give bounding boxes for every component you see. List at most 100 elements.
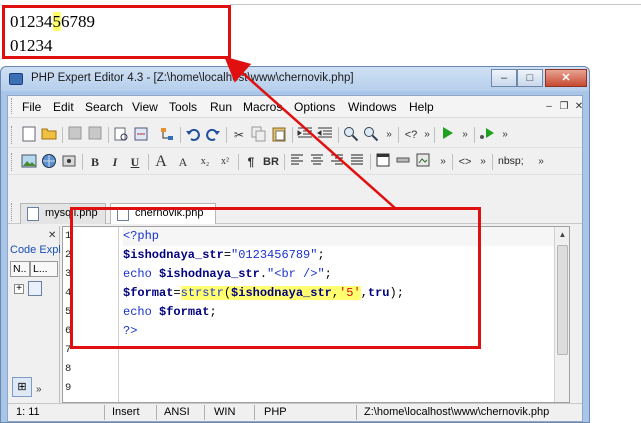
find-next-icon[interactable] [362,126,380,144]
main-toolbar: ✂ » <? » » » [8,122,582,148]
status-bar: 1: 11 Insert ANSI WIN PHP Z:\home\localh… [8,403,582,421]
italic-button[interactable]: I [106,153,124,171]
scroll-up-icon[interactable]: ▲ [555,227,569,242]
new-file-icon[interactable] [20,126,38,144]
toolbar-separator [398,127,399,143]
vertical-scrollbar[interactable]: ▲ [554,227,569,402]
more-chevron-icon[interactable]: » [434,153,452,171]
justify-icon[interactable] [348,153,366,171]
menu-run[interactable]: Run [210,100,232,114]
maximize-button[interactable]: □ [517,69,543,87]
syntax-mode: PHP [264,406,287,418]
undo-icon[interactable] [184,126,202,144]
title-bar[interactable]: PHP Expert Editor 4.3 - [Z:\home\localho… [1,67,589,91]
line-break-button[interactable]: BR [262,153,280,171]
html-toolbar: B I U A A x₂ x² ¶ BR » <> » nbsp; » [8,149,582,175]
align-right-icon[interactable] [328,153,346,171]
web-link-icon[interactable] [40,153,58,171]
mdi-minimize-button[interactable]: – [542,100,556,113]
structure-icon[interactable] [158,126,176,144]
more-chevron-icon[interactable]: » [474,153,492,171]
subscript-button[interactable]: x₂ [196,153,214,171]
menu-view[interactable]: View [132,100,158,114]
redo-icon[interactable] [204,126,222,144]
font-smaller-button[interactable]: A [174,153,192,171]
expand-icon[interactable]: + [14,284,24,294]
save-icon[interactable] [66,126,84,144]
menu-windows[interactable]: Windows [348,100,397,114]
more-chevron-icon[interactable]: » [380,126,398,144]
menu-tools[interactable]: Tools [169,100,197,114]
horizontal-rule-icon[interactable] [394,153,412,171]
bold-button[interactable]: B [86,153,104,171]
toolbar-separator [180,127,181,143]
more-chevron-icon[interactable]: » [496,126,514,144]
toolbar-separator [62,127,63,143]
anchor-icon[interactable] [60,153,78,171]
run-icon[interactable] [438,126,456,144]
status-divider [204,405,205,420]
more-chevron-icon[interactable]: » [456,126,474,144]
scroll-thumb[interactable] [557,245,568,355]
toolbar-grip [11,153,14,171]
mdi-close-button[interactable]: ✕ [572,100,586,113]
outdent-icon[interactable] [316,126,334,144]
html-tag-icon[interactable]: <> [456,153,474,171]
close-button[interactable]: ✕ [545,69,587,87]
save-all-icon[interactable] [86,126,104,144]
cut-icon[interactable]: ✂ [230,126,248,144]
open-folder-icon[interactable] [40,126,58,144]
window-title: PHP Expert Editor 4.3 - [Z:\home\localho… [31,72,354,84]
paste-icon[interactable] [270,126,288,144]
superscript-button[interactable]: x² [216,153,234,171]
find-icon[interactable] [342,126,360,144]
chevron-right-icon[interactable]: » [36,384,42,395]
line-ending: WIN [214,406,236,418]
image-map-icon[interactable] [414,153,432,171]
align-left-icon[interactable] [288,153,306,171]
app-icon [9,73,23,85]
column-header-name[interactable]: N.. [10,261,30,277]
status-divider [254,405,255,420]
toolbar-separator [434,127,435,143]
menu-grip [11,98,14,114]
code-highlight-box [70,207,481,349]
paragraph-button[interactable]: ¶ [242,153,260,171]
encoding: ANSI [164,406,190,418]
mdi-restore-button[interactable]: ❐ [557,100,571,113]
toolbar-separator [370,154,371,170]
menu-help[interactable]: Help [409,100,434,114]
toolbar-separator [226,127,227,143]
toolbar-separator [238,154,239,170]
menu-search[interactable]: Search [85,100,123,114]
menu-file[interactable]: File [22,100,41,114]
menu-options[interactable]: Options [294,100,335,114]
document-icon[interactable] [28,281,42,296]
minimize-button[interactable]: – [491,69,517,87]
file-compare-icon[interactable] [132,126,150,144]
toolbar-separator [338,127,339,143]
menu-macros[interactable]: Macros [243,100,282,114]
explorer-view-icon[interactable]: ⊞ [12,377,32,397]
underline-button[interactable]: U [126,153,144,171]
line-number: 9 [65,382,72,394]
frame-icon[interactable] [374,153,392,171]
print-preview-icon[interactable] [112,126,130,144]
column-header-line[interactable]: L... [30,261,58,277]
menu-edit[interactable]: Edit [53,100,74,114]
status-divider [356,405,357,420]
php-file-icon [27,207,39,221]
nbsp-button[interactable]: nbsp; [498,155,524,167]
close-icon[interactable]: ✕ [48,230,56,241]
toolbar-separator [108,127,109,143]
file-path: Z:\home\localhost\www\chernovik.php [364,406,550,418]
copy-icon[interactable] [250,126,268,144]
more-chevron-icon[interactable]: » [532,153,550,171]
font-larger-button[interactable]: A [152,153,170,171]
align-center-icon[interactable] [308,153,326,171]
debug-run-icon[interactable] [478,126,496,144]
indent-icon[interactable] [296,126,314,144]
code-explorer-tab[interactable]: Code Explorer [10,244,60,256]
insert-image-icon[interactable] [20,153,38,171]
toolbar-separator [452,154,453,170]
